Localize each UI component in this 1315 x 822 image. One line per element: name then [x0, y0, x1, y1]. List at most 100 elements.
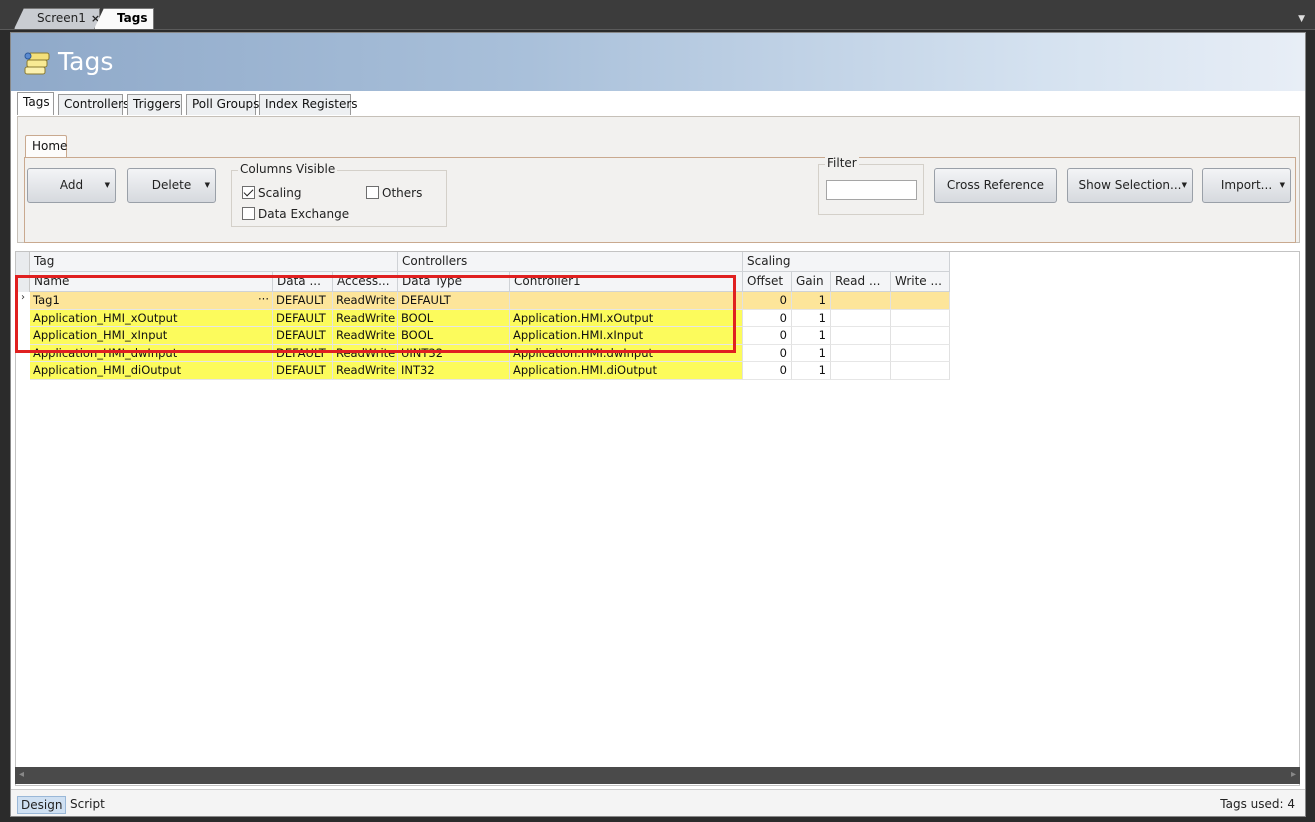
cell-access[interactable]: ReadWrite [333, 344, 398, 363]
cell-name[interactable]: Application_HMI_xInput [30, 327, 273, 345]
cell-gain[interactable]: 1 [792, 292, 831, 310]
cell-read[interactable] [831, 309, 891, 328]
cell-data-type[interactable]: BOOL [398, 309, 510, 328]
checkbox-unchecked-icon[interactable] [366, 186, 379, 199]
cell-gain[interactable]: 1 [792, 362, 831, 380]
table-row[interactable]: Application_HMI_diOutput DEFAULT ReadWrite… [30, 362, 950, 380]
checkbox-checked-icon[interactable] [242, 186, 255, 199]
cell-access[interactable]: ReadWrite [333, 292, 398, 310]
tab-triggers[interactable]: Triggers [127, 94, 182, 115]
cell-name[interactable]: Application_HMI_diOutput [30, 362, 273, 380]
cell-offset[interactable]: 0 [743, 327, 792, 345]
cell-data-type[interactable]: DEFAULT [398, 292, 510, 310]
table-row[interactable]: Application_HMI_xOutput DEFAULT ReadWrite B… [30, 309, 950, 328]
ellipsis-button[interactable]: ··· [258, 292, 269, 306]
cell-data[interactable]: DEFAULT [273, 327, 333, 345]
cell-controller1[interactable]: Application.HMI.xOutput [510, 309, 743, 328]
column-header-gain[interactable]: Gain [792, 272, 831, 292]
cell-write[interactable] [891, 344, 950, 363]
columns-visible-group: Columns Visible Scaling Others Data Exch… [231, 162, 447, 227]
add-button[interactable]: Add ▼ [27, 168, 116, 203]
cell-data-type[interactable]: INT32 [398, 362, 510, 380]
cell-name[interactable]: Tag1 ··· [30, 292, 273, 310]
cell-write[interactable] [891, 309, 950, 328]
column-header-data[interactable]: Data ... [273, 272, 333, 292]
cell-access[interactable]: ReadWrite [333, 362, 398, 380]
cell-controller1[interactable]: Application.HMI.dwInput [510, 344, 743, 363]
scroll-right-icon[interactable]: ▸ [1291, 769, 1296, 780]
cell-write[interactable] [891, 327, 950, 345]
cell-read[interactable] [831, 327, 891, 345]
tab-tags[interactable]: Tags [17, 92, 54, 115]
close-icon[interactable]: × [152, 12, 154, 25]
dropdown-arrow-icon[interactable]: ▼ [105, 169, 110, 202]
row-indicator[interactable]: › [16, 292, 30, 310]
show-selection-button[interactable]: Show Selection... ▼ [1067, 168, 1193, 203]
table-row[interactable]: Application_HMI_xInput DEFAULT ReadWrite BO… [30, 327, 950, 345]
row-indicator[interactable] [16, 345, 30, 363]
row-indicator[interactable] [16, 310, 30, 328]
cell-access[interactable]: ReadWrite [333, 309, 398, 328]
delete-button[interactable]: Delete ▼ [127, 168, 216, 203]
column-header-name[interactable]: Name [30, 272, 273, 292]
cell-data-type[interactable]: BOOL [398, 327, 510, 345]
row-indicator[interactable] [16, 327, 30, 345]
others-checkbox[interactable]: Others [366, 186, 422, 200]
doc-tab-screen1[interactable]: Screen1 × [14, 8, 100, 29]
checkbox-unchecked-icon[interactable] [242, 207, 255, 220]
cell-read[interactable] [831, 292, 891, 310]
scaling-checkbox[interactable]: Scaling [242, 186, 301, 200]
cross-reference-button[interactable]: Cross Reference [934, 168, 1057, 203]
show-selection-label: Show Selection... [1078, 178, 1182, 192]
column-header-read[interactable]: Read ... [831, 272, 891, 292]
scroll-left-icon[interactable]: ◂ [19, 769, 24, 780]
delete-button-label: Delete [151, 178, 192, 192]
tab-poll-groups[interactable]: Poll Groups [186, 94, 259, 115]
tab-list-dropdown-icon[interactable]: ▼ [1298, 14, 1305, 24]
ribbon-tab-home[interactable]: Home [25, 135, 67, 157]
column-header-controller1[interactable]: Controller1 [510, 272, 743, 292]
cell-controller1[interactable] [510, 292, 743, 310]
cell-controller1[interactable]: Application.HMI.diOutput [510, 362, 743, 380]
column-header-access[interactable]: Access... [333, 272, 398, 292]
cell-gain[interactable]: 1 [792, 309, 831, 328]
doc-tab-tags[interactable]: Tags × [94, 8, 154, 29]
cell-gain[interactable]: 1 [792, 344, 831, 363]
horizontal-scrollbar[interactable]: ◂ ▸ [15, 767, 1300, 784]
cell-read[interactable] [831, 344, 891, 363]
filter-input[interactable] [826, 180, 917, 200]
tab-design[interactable]: Design [17, 796, 67, 814]
cell-data[interactable]: DEFAULT [273, 292, 333, 310]
tab-index-registers[interactable]: Index Registers [259, 94, 358, 115]
cell-data[interactable]: DEFAULT [273, 344, 333, 363]
table-row[interactable]: Tag1 ··· DEFAULT ReadWrite DEFAULT 0 1 [30, 292, 950, 310]
import-button[interactable]: Import... ▼ [1202, 168, 1291, 203]
cell-gain[interactable]: 1 [792, 327, 831, 345]
dropdown-arrow-icon[interactable]: ▼ [1280, 169, 1285, 202]
cell-write[interactable] [891, 292, 950, 310]
tags-icon [24, 52, 50, 75]
tab-script[interactable]: Script [67, 796, 108, 812]
cell-data[interactable]: DEFAULT [273, 309, 333, 328]
data-exchange-checkbox[interactable]: Data Exchange [242, 207, 349, 221]
cell-offset[interactable]: 0 [743, 309, 792, 328]
cell-controller1[interactable]: Application.HMI.xInput [510, 327, 743, 345]
cell-data-type[interactable]: UINT32 [398, 344, 510, 363]
row-indicator[interactable] [16, 362, 30, 380]
cell-name[interactable]: Application_HMI_xOutput [30, 309, 273, 328]
cell-data[interactable]: DEFAULT [273, 362, 333, 380]
dropdown-arrow-icon[interactable]: ▼ [205, 169, 210, 202]
column-header-data-type[interactable]: Data Type [398, 272, 510, 292]
dropdown-arrow-icon[interactable]: ▼ [1182, 169, 1187, 202]
cell-access[interactable]: ReadWrite [333, 327, 398, 345]
cell-name[interactable]: Application_HMI_dwInput [30, 344, 273, 363]
cell-offset[interactable]: 0 [743, 292, 792, 310]
table-row[interactable]: Application_HMI_dwInput DEFAULT ReadWrite U… [30, 344, 950, 363]
column-header-write[interactable]: Write ... [891, 272, 950, 292]
column-header-offset[interactable]: Offset [743, 272, 792, 292]
cell-offset[interactable]: 0 [743, 362, 792, 380]
cell-write[interactable] [891, 362, 950, 380]
tab-controllers[interactable]: Controllers [58, 94, 129, 115]
cell-read[interactable] [831, 362, 891, 380]
cell-offset[interactable]: 0 [743, 344, 792, 363]
